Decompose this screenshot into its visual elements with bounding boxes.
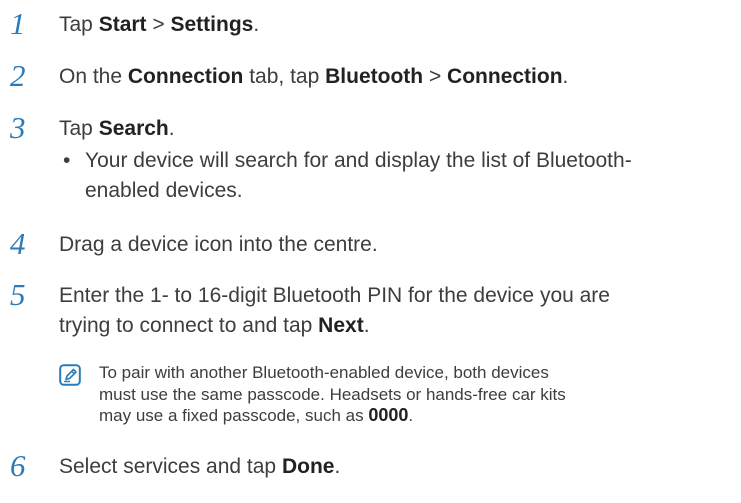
menu-term-connection: Connection (447, 65, 563, 88)
step-number: 4 (10, 226, 26, 261)
passcode-value: 0000 (368, 405, 409, 425)
menu-term-connection-tab: Connection (127, 65, 244, 88)
text-run: . (253, 13, 260, 36)
menu-term-start: Start (98, 13, 147, 36)
step-number: 5 (10, 277, 26, 312)
step-line: Enter the 1- to 16-digit Bluetooth PIN f… (59, 284, 610, 307)
text-run: > (146, 13, 171, 36)
bullet-text: Your device will search for and display … (85, 146, 735, 206)
bullet-dot: • (63, 149, 71, 172)
note-box: To pair with another Bluetooth-enabled d… (59, 362, 739, 432)
menu-term-search: Search (98, 117, 169, 140)
step-line: trying to connect to and tap Next. (59, 311, 741, 341)
text-run: Tap (59, 117, 99, 140)
menu-term-next: Next (318, 314, 364, 337)
note-text: To pair with another Bluetooth-enabled d… (99, 362, 719, 427)
step-text: Select services and tap Done. (59, 452, 741, 482)
text-run: trying to connect to and tap (59, 314, 319, 337)
step-3-bullet: • Your device will search for and displa… (63, 146, 721, 206)
step-number: 1 (10, 6, 26, 41)
text-run: . (334, 455, 341, 478)
note-line: must use the same passcode. Headsets or … (99, 384, 566, 404)
menu-term-settings: Settings (170, 13, 254, 36)
step-text: Drag a device icon into the centre. (59, 233, 378, 256)
note-line: To pair with another Bluetooth-enabled d… (99, 363, 549, 382)
text-run: > (423, 65, 448, 88)
text-run: . (562, 65, 569, 88)
text-run: tab, tap (243, 65, 326, 88)
text-run: . (408, 406, 414, 425)
bullet-line: enabled devices. (85, 179, 243, 202)
text-run: . (168, 117, 175, 140)
step-number: 2 (10, 58, 26, 93)
step-text: Enter the 1- to 16-digit Bluetooth PIN f… (59, 281, 741, 341)
step-number: 3 (10, 110, 26, 145)
text-run: On the (59, 65, 128, 88)
step-number: 6 (10, 448, 26, 483)
text-run: may use a fixed passcode, such as (99, 406, 369, 425)
menu-term-done: Done (281, 455, 335, 478)
text-run: Tap (59, 13, 99, 36)
note-line: may use a fixed passcode, such as 0000. (99, 405, 719, 427)
bullet-line: Your device will search for and display … (85, 149, 632, 172)
menu-term-bluetooth: Bluetooth (325, 65, 424, 88)
text-run: Select services and tap (59, 455, 282, 478)
note-pencil-icon (59, 364, 81, 386)
step-text: On the Connection tab, tap Bluetooth > C… (59, 62, 741, 92)
text-run: . (363, 314, 370, 337)
step-text: Tap Start > Settings. (59, 10, 741, 40)
step-text: Tap Search. (59, 114, 741, 144)
